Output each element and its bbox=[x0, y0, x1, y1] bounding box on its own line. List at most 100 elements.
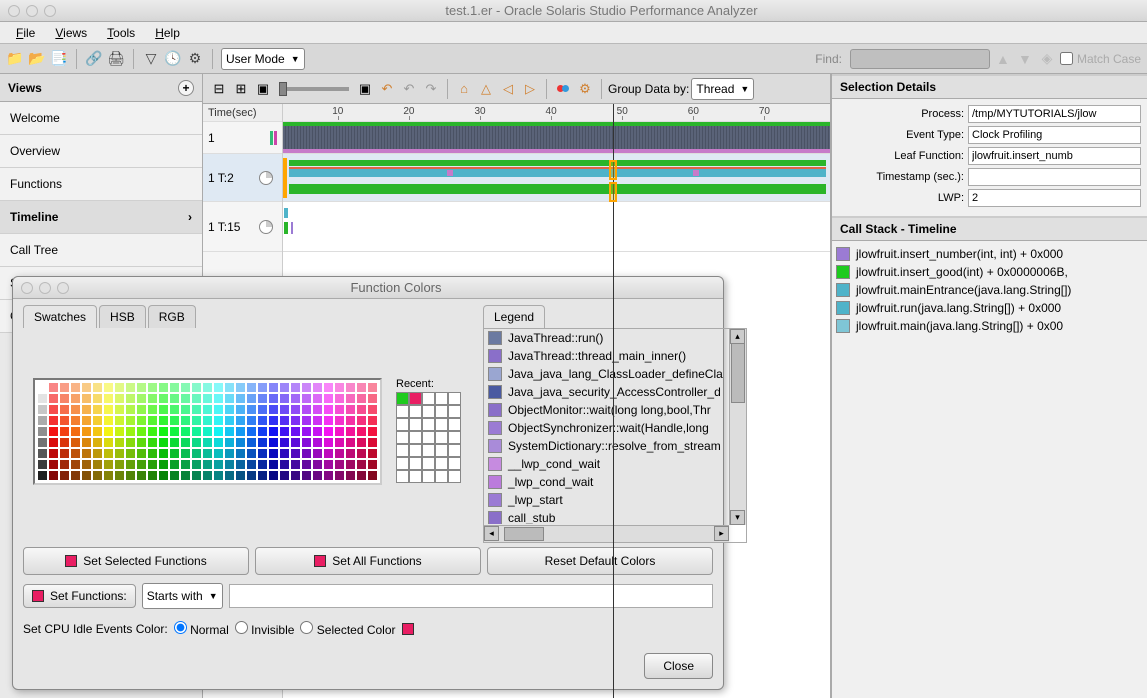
legend-item[interactable]: SystemDictionary::resolve_from_stream bbox=[484, 437, 746, 455]
view-item-calltree[interactable]: Call Tree bbox=[0, 234, 202, 267]
color-icon[interactable] bbox=[553, 79, 573, 99]
axis-tick: 30 bbox=[474, 106, 485, 117]
details-tab[interactable]: Selection Details bbox=[832, 74, 1147, 99]
legend-item[interactable]: __lwp_cond_wait bbox=[484, 455, 746, 473]
color-swatch-grid[interactable] bbox=[33, 378, 382, 485]
mode-combobox[interactable]: User Mode ▼ bbox=[221, 48, 305, 70]
minimize-window-button[interactable] bbox=[26, 5, 38, 17]
home-icon[interactable]: ⌂ bbox=[454, 79, 474, 99]
group-combobox[interactable]: Thread ▼ bbox=[691, 78, 754, 100]
match-case-checkbox[interactable] bbox=[1060, 52, 1073, 65]
match-mode-combobox[interactable]: Starts with ▼ bbox=[142, 583, 223, 609]
step-fwd-icon[interactable]: ▷ bbox=[520, 79, 540, 99]
scroll-thumb[interactable] bbox=[504, 527, 544, 541]
scroll-left-icon[interactable]: ◂ bbox=[484, 526, 499, 541]
close-window-button[interactable] bbox=[8, 5, 20, 17]
find-input[interactable] bbox=[850, 49, 990, 69]
set-selected-button[interactable]: Set Selected Functions bbox=[23, 547, 249, 575]
dialog-min-button[interactable] bbox=[39, 282, 51, 294]
view-item-overview[interactable]: Overview bbox=[0, 135, 202, 168]
view-item-welcome[interactable]: Welcome bbox=[0, 102, 202, 135]
menu-views[interactable]: Views bbox=[47, 24, 95, 42]
set-functions-button[interactable]: Set Functions: bbox=[23, 584, 136, 608]
timeline-row-label[interactable]: 1 T:2 bbox=[203, 154, 282, 202]
filter-icon[interactable]: ▽ bbox=[142, 50, 160, 68]
legend-item[interactable]: _lwp_start bbox=[484, 491, 746, 509]
dialog-close-button[interactable] bbox=[21, 282, 33, 294]
radio-normal[interactable]: Normal bbox=[174, 621, 229, 637]
scroll-up-icon[interactable]: ▴ bbox=[730, 329, 745, 344]
open-experiment-icon[interactable]: 📁 bbox=[6, 50, 24, 68]
find-prev-icon[interactable]: ▲ bbox=[994, 50, 1012, 68]
menu-file[interactable]: File bbox=[8, 24, 43, 42]
scroll-right-icon[interactable]: ▸ bbox=[714, 526, 729, 541]
settings-icon[interactable]: 🕓 bbox=[164, 50, 182, 68]
event-type-field[interactable] bbox=[968, 126, 1141, 144]
tab-legend[interactable]: Legend bbox=[483, 305, 545, 328]
tab-rgb[interactable]: RGB bbox=[148, 305, 196, 328]
legend-item[interactable]: call_stub bbox=[484, 509, 746, 524]
callstack-tab[interactable]: Call Stack - Timeline bbox=[832, 216, 1147, 241]
print-icon[interactable]: 🖨 bbox=[107, 50, 125, 68]
scrollbar-h[interactable]: ◂ ▸ bbox=[484, 525, 729, 542]
recent-colors-grid[interactable] bbox=[396, 392, 461, 483]
redo-icon[interactable]: ↷ bbox=[421, 79, 441, 99]
mode-label: User Mode bbox=[226, 52, 285, 66]
radio-selected-color[interactable]: Selected Color bbox=[300, 621, 395, 637]
legend-item[interactable]: Java_java_security_AccessController_d bbox=[484, 383, 746, 401]
timeline-row-label[interactable]: 1 T:15 bbox=[203, 202, 282, 252]
aggregate-icon[interactable]: 📑 bbox=[50, 50, 68, 68]
legend-item[interactable]: JavaThread::thread_main_inner() bbox=[484, 347, 746, 365]
radio-invisible[interactable]: Invisible bbox=[235, 621, 295, 637]
timestamp-field[interactable] bbox=[968, 168, 1141, 186]
legend-item[interactable]: JavaThread::run() bbox=[484, 329, 746, 347]
link-icon[interactable]: 🔗 bbox=[85, 50, 103, 68]
stack-frame[interactable]: jlowfruit.mainEntrance(java.lang.String[… bbox=[836, 281, 1143, 299]
stack-frame[interactable]: jlowfruit.insert_number(int, int) + 0x00… bbox=[836, 245, 1143, 263]
function-filter-input[interactable] bbox=[229, 584, 713, 608]
combobox-value: Starts with bbox=[147, 589, 203, 603]
fit-icon[interactable]: ▣ bbox=[355, 79, 375, 99]
zoom-out-v-icon[interactable]: ⊟ bbox=[209, 79, 229, 99]
scroll-down-icon[interactable]: ▾ bbox=[730, 510, 745, 525]
tab-swatches[interactable]: Swatches bbox=[23, 305, 97, 328]
tab-hsb[interactable]: HSB bbox=[99, 305, 146, 328]
legend-item[interactable]: ObjectMonitor::wait(long long,bool,Thr bbox=[484, 401, 746, 419]
settings-tl-icon[interactable]: ⚙ bbox=[575, 79, 595, 99]
menu-help[interactable]: Help bbox=[147, 24, 188, 42]
view-item-functions[interactable]: Functions bbox=[0, 168, 202, 201]
step-back-icon[interactable]: ◁ bbox=[498, 79, 518, 99]
add-view-button[interactable]: + bbox=[178, 80, 194, 96]
dialog-zoom-button[interactable] bbox=[57, 282, 69, 294]
stack-frame[interactable]: jlowfruit.run(java.lang.String[]) + 0x00… bbox=[836, 299, 1143, 317]
legend-item[interactable]: Java_java_lang_ClassLoader_defineCla bbox=[484, 365, 746, 383]
find-next-icon[interactable]: ▼ bbox=[1016, 50, 1034, 68]
stack-frame[interactable]: jlowfruit.main(java.lang.String[]) + 0x0… bbox=[836, 317, 1143, 335]
menu-tools[interactable]: Tools bbox=[99, 24, 143, 42]
radio-label: Normal bbox=[190, 623, 229, 637]
scroll-thumb[interactable] bbox=[731, 343, 745, 403]
reset-icon[interactable]: ↶ bbox=[377, 79, 397, 99]
timeline-row-label[interactable]: 1 bbox=[203, 122, 282, 154]
compare-icon[interactable]: 📂 bbox=[28, 50, 46, 68]
legend-item[interactable]: _lwp_cond_wait bbox=[484, 473, 746, 491]
legscrollbar-v[interactable]: ▴ ▾ bbox=[729, 329, 746, 525]
find-highlight-icon[interactable]: ◈ bbox=[1038, 50, 1056, 68]
legend-item[interactable]: ObjectSynchronizer::wait(Handle,long bbox=[484, 419, 746, 437]
end-icon[interactable]: △ bbox=[476, 79, 496, 99]
view-item-timeline[interactable]: Timeline › bbox=[0, 201, 202, 234]
set-all-button[interactable]: Set All Functions bbox=[255, 547, 481, 575]
lwp-field[interactable] bbox=[968, 189, 1141, 207]
zoom-in-v-icon[interactable]: ⊞ bbox=[231, 79, 251, 99]
close-button[interactable]: Close bbox=[644, 653, 713, 679]
zoom-slider[interactable] bbox=[279, 87, 349, 91]
process-field[interactable] bbox=[968, 105, 1141, 123]
axis-tick: 70 bbox=[759, 106, 770, 117]
undo-icon[interactable]: ↶ bbox=[399, 79, 419, 99]
zoom-window-button[interactable] bbox=[44, 5, 56, 17]
stack-frame[interactable]: jlowfruit.insert_good(int) + 0x0000006B, bbox=[836, 263, 1143, 281]
gear-icon[interactable]: ⚙ bbox=[186, 50, 204, 68]
zoom-lock-icon[interactable]: ▣ bbox=[253, 79, 273, 99]
reset-colors-button[interactable]: Reset Default Colors bbox=[487, 547, 713, 575]
leaf-function-field[interactable] bbox=[968, 147, 1141, 165]
